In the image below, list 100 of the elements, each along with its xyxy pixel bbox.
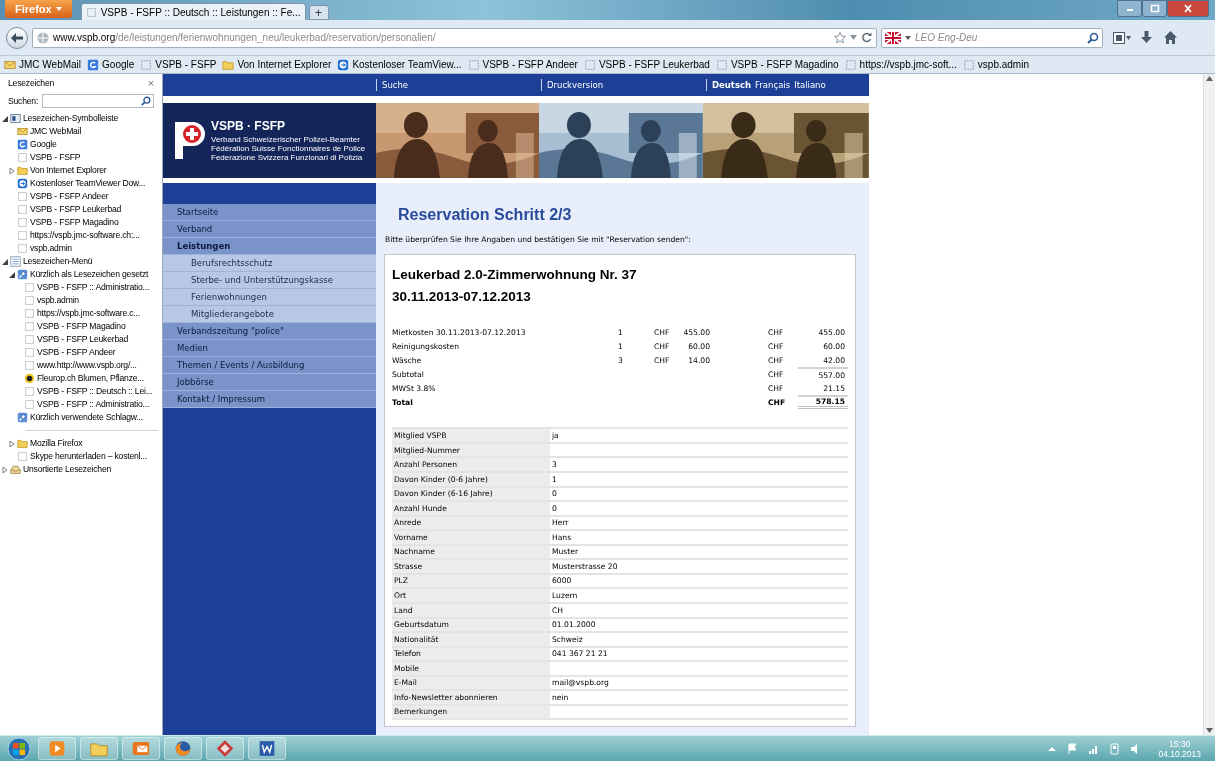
scroll-down-icon[interactable]: [1206, 728, 1213, 733]
bookmark-item[interactable]: Kostenloser TeamViewer Dow...: [30, 177, 146, 190]
star-icon[interactable]: [834, 31, 846, 44]
bookmark-link[interactable]: vspb.admin: [977, 57, 1029, 72]
bookmark-item[interactable]: Unsortierte Lesezeichen: [23, 463, 112, 476]
browser-tab[interactable]: VSPB - FSFP :: Deutsch :: Leistungen :: Fe...: [80, 3, 306, 20]
bookmark-link[interactable]: VSPB - FSFP Magadino: [730, 57, 839, 72]
bookmark-link[interactable]: Google: [102, 57, 135, 72]
bookmark-item[interactable]: https://vspb.jmc-software.c...: [37, 307, 140, 320]
bookmark-link[interactable]: VSPB - FSFP Leukerbad: [598, 57, 710, 72]
nav-item[interactable]: Berufsrechtsschutz: [163, 255, 376, 272]
nav-item[interactable]: Sterbe- und Unterstützungskasse: [163, 272, 376, 289]
bookmark-item[interactable]: Google: [30, 138, 57, 151]
bookmark-item[interactable]: www.http://www.vspb.org/...: [37, 359, 137, 372]
bookmark-link[interactable]: VSPB - FSFP: [155, 57, 217, 72]
search-folder-icon: [17, 412, 28, 423]
nav-item[interactable]: Kontakt / Impressum: [163, 391, 376, 408]
globe-icon: [37, 31, 49, 44]
search-field[interactable]: LEO Eng-Deu: [881, 27, 1103, 48]
page-icon: [17, 451, 28, 462]
nav-item[interactable]: Jobbörse: [163, 374, 376, 391]
close-button[interactable]: [1167, 0, 1209, 17]
nav-item[interactable]: Themen / Events / Ausbildung: [163, 357, 376, 374]
taskbar-button[interactable]: [206, 737, 244, 760]
scroll-up-icon[interactable]: [1206, 76, 1213, 81]
header-link[interactable]: Suche: [382, 78, 409, 92]
bookmark-item[interactable]: VSPB - FSFP Leukerbad: [37, 333, 129, 346]
bookmark-item[interactable]: Skype herunterladen – kostenl...: [30, 450, 147, 463]
close-button[interactable]: ×: [147, 78, 154, 89]
page-icon: [467, 58, 480, 71]
expanded-arrow-icon[interactable]: [2, 258, 8, 265]
bookmark-link[interactable]: https://vspb.jmc-soft...: [859, 57, 957, 72]
nav-item[interactable]: Mitgliederangebote: [163, 306, 376, 323]
flag-icon[interactable]: [1067, 742, 1079, 755]
nav-item[interactable]: Verbandszeitung "police": [163, 323, 376, 340]
bookmark-item[interactable]: JMC WebMail: [30, 125, 82, 138]
bookmark-item[interactable]: VSPB - FSFP: [30, 151, 81, 164]
bookmark-item[interactable]: VSPB - FSFP Magadino: [37, 320, 126, 333]
search-field[interactable]: [42, 94, 154, 108]
collapsed-arrow-icon[interactable]: [9, 167, 15, 174]
nav-item[interactable]: Startseite: [163, 204, 376, 221]
download-icon[interactable]: [1141, 31, 1152, 44]
nav-item[interactable]: Ferienwohnungen: [163, 289, 376, 306]
bookmark-item[interactable]: VSPB - FSFP Andeer: [37, 346, 116, 359]
bookmark-item[interactable]: VSPB - FSFP Leukerbad: [30, 203, 122, 216]
dropdown-icon[interactable]: [905, 35, 911, 40]
bookmark-link[interactable]: VSPB - FSFP Andeer: [482, 57, 578, 72]
bookmark-item[interactable]: VSPB - FSFP :: Deutsch :: Lei...: [37, 385, 153, 398]
bookmark-item[interactable]: vspb.admin: [30, 242, 72, 255]
bookmark-item[interactable]: Mozilla Firefox: [30, 437, 83, 450]
taskbar-button[interactable]: [122, 737, 160, 760]
collapsed-arrow-icon[interactable]: [9, 440, 15, 447]
header-link[interactable]: Druckversion: [547, 78, 604, 92]
dropdown-icon[interactable]: [850, 35, 857, 40]
bookmark-item[interactable]: Fleurop.ch Blumen, Pflanze...: [37, 372, 144, 385]
bookmark-item[interactable]: Kürzlich verwendete Schlagw...: [30, 411, 143, 424]
bookmark-item[interactable]: Lesezeichen-Menü: [23, 255, 93, 268]
g-icon: [17, 139, 28, 150]
bookmark-link[interactable]: Von Internet Explorer: [237, 57, 332, 72]
reload-icon[interactable]: [861, 32, 872, 43]
taskbar-button[interactable]: [164, 737, 202, 760]
language-link[interactable]: Deutsch: [712, 78, 752, 92]
bookmark-item[interactable]: Von Internet Explorer: [30, 164, 107, 177]
page-icon: [140, 58, 153, 71]
expanded-arrow-icon[interactable]: [2, 115, 8, 122]
start-button[interactable]: [4, 736, 34, 761]
nav-item[interactable]: Verband: [163, 221, 376, 238]
bookmark-item[interactable]: vspb.admin: [37, 294, 79, 307]
language-link[interactable]: Italiano: [794, 78, 826, 92]
offer-title: Leukerbad 2.0-Zimmerwohnung Nr. 37: [392, 266, 638, 285]
bookmark-item[interactable]: https://vspb.jmc-software.ch:...: [30, 229, 140, 242]
bookmark-item[interactable]: VSPB - FSFP Andeer: [30, 190, 109, 203]
url-field[interactable]: www.vspb.org/de/leistungen/ferienwohnungen_neu/leukerbad/reservation/personalien/: [32, 27, 877, 48]
bookmark-item[interactable]: VSPB - FSFP Magadino: [30, 216, 119, 229]
collapsed-arrow-icon[interactable]: [2, 466, 8, 473]
circle-arrows-icon: [337, 58, 350, 71]
bookmark-item[interactable]: VSPB - FSFP :: Administratio...: [37, 398, 150, 411]
maximize-button[interactable]: [1142, 0, 1167, 17]
language-link[interactable]: Français: [755, 78, 791, 92]
home-icon[interactable]: [1164, 31, 1177, 44]
nav-item[interactable]: Leistungen: [163, 238, 376, 255]
search-icon[interactable]: [1087, 31, 1099, 44]
bookmarks-icon[interactable]: [1113, 31, 1131, 44]
bookmark-item[interactable]: VSPB - FSFP :: Administratio...: [37, 281, 150, 294]
new-tab-button[interactable]: +: [308, 5, 329, 20]
back-button[interactable]: [6, 26, 28, 49]
bookmark-link[interactable]: Kostenloser TeamView...: [352, 57, 462, 72]
nav-item[interactable]: Medien: [163, 340, 376, 357]
folder-icon: [17, 165, 28, 176]
scrollbar[interactable]: [1203, 74, 1215, 735]
expanded-arrow-icon[interactable]: [9, 271, 15, 278]
back-arrow-icon: [11, 32, 23, 43]
bookmark-item[interactable]: Kürzlich als Lesezeichen gesetzt: [30, 268, 149, 281]
search-icon[interactable]: [141, 96, 151, 106]
taskbar-button[interactable]: [248, 737, 286, 760]
page-icon: [17, 152, 28, 163]
plug-icon[interactable]: [1109, 742, 1121, 755]
minimize-button[interactable]: [1117, 0, 1142, 17]
bookmark-item[interactable]: Lesezeichen-Symbolleiste: [23, 112, 119, 125]
bookmark-link[interactable]: JMC WebMail: [19, 57, 82, 72]
